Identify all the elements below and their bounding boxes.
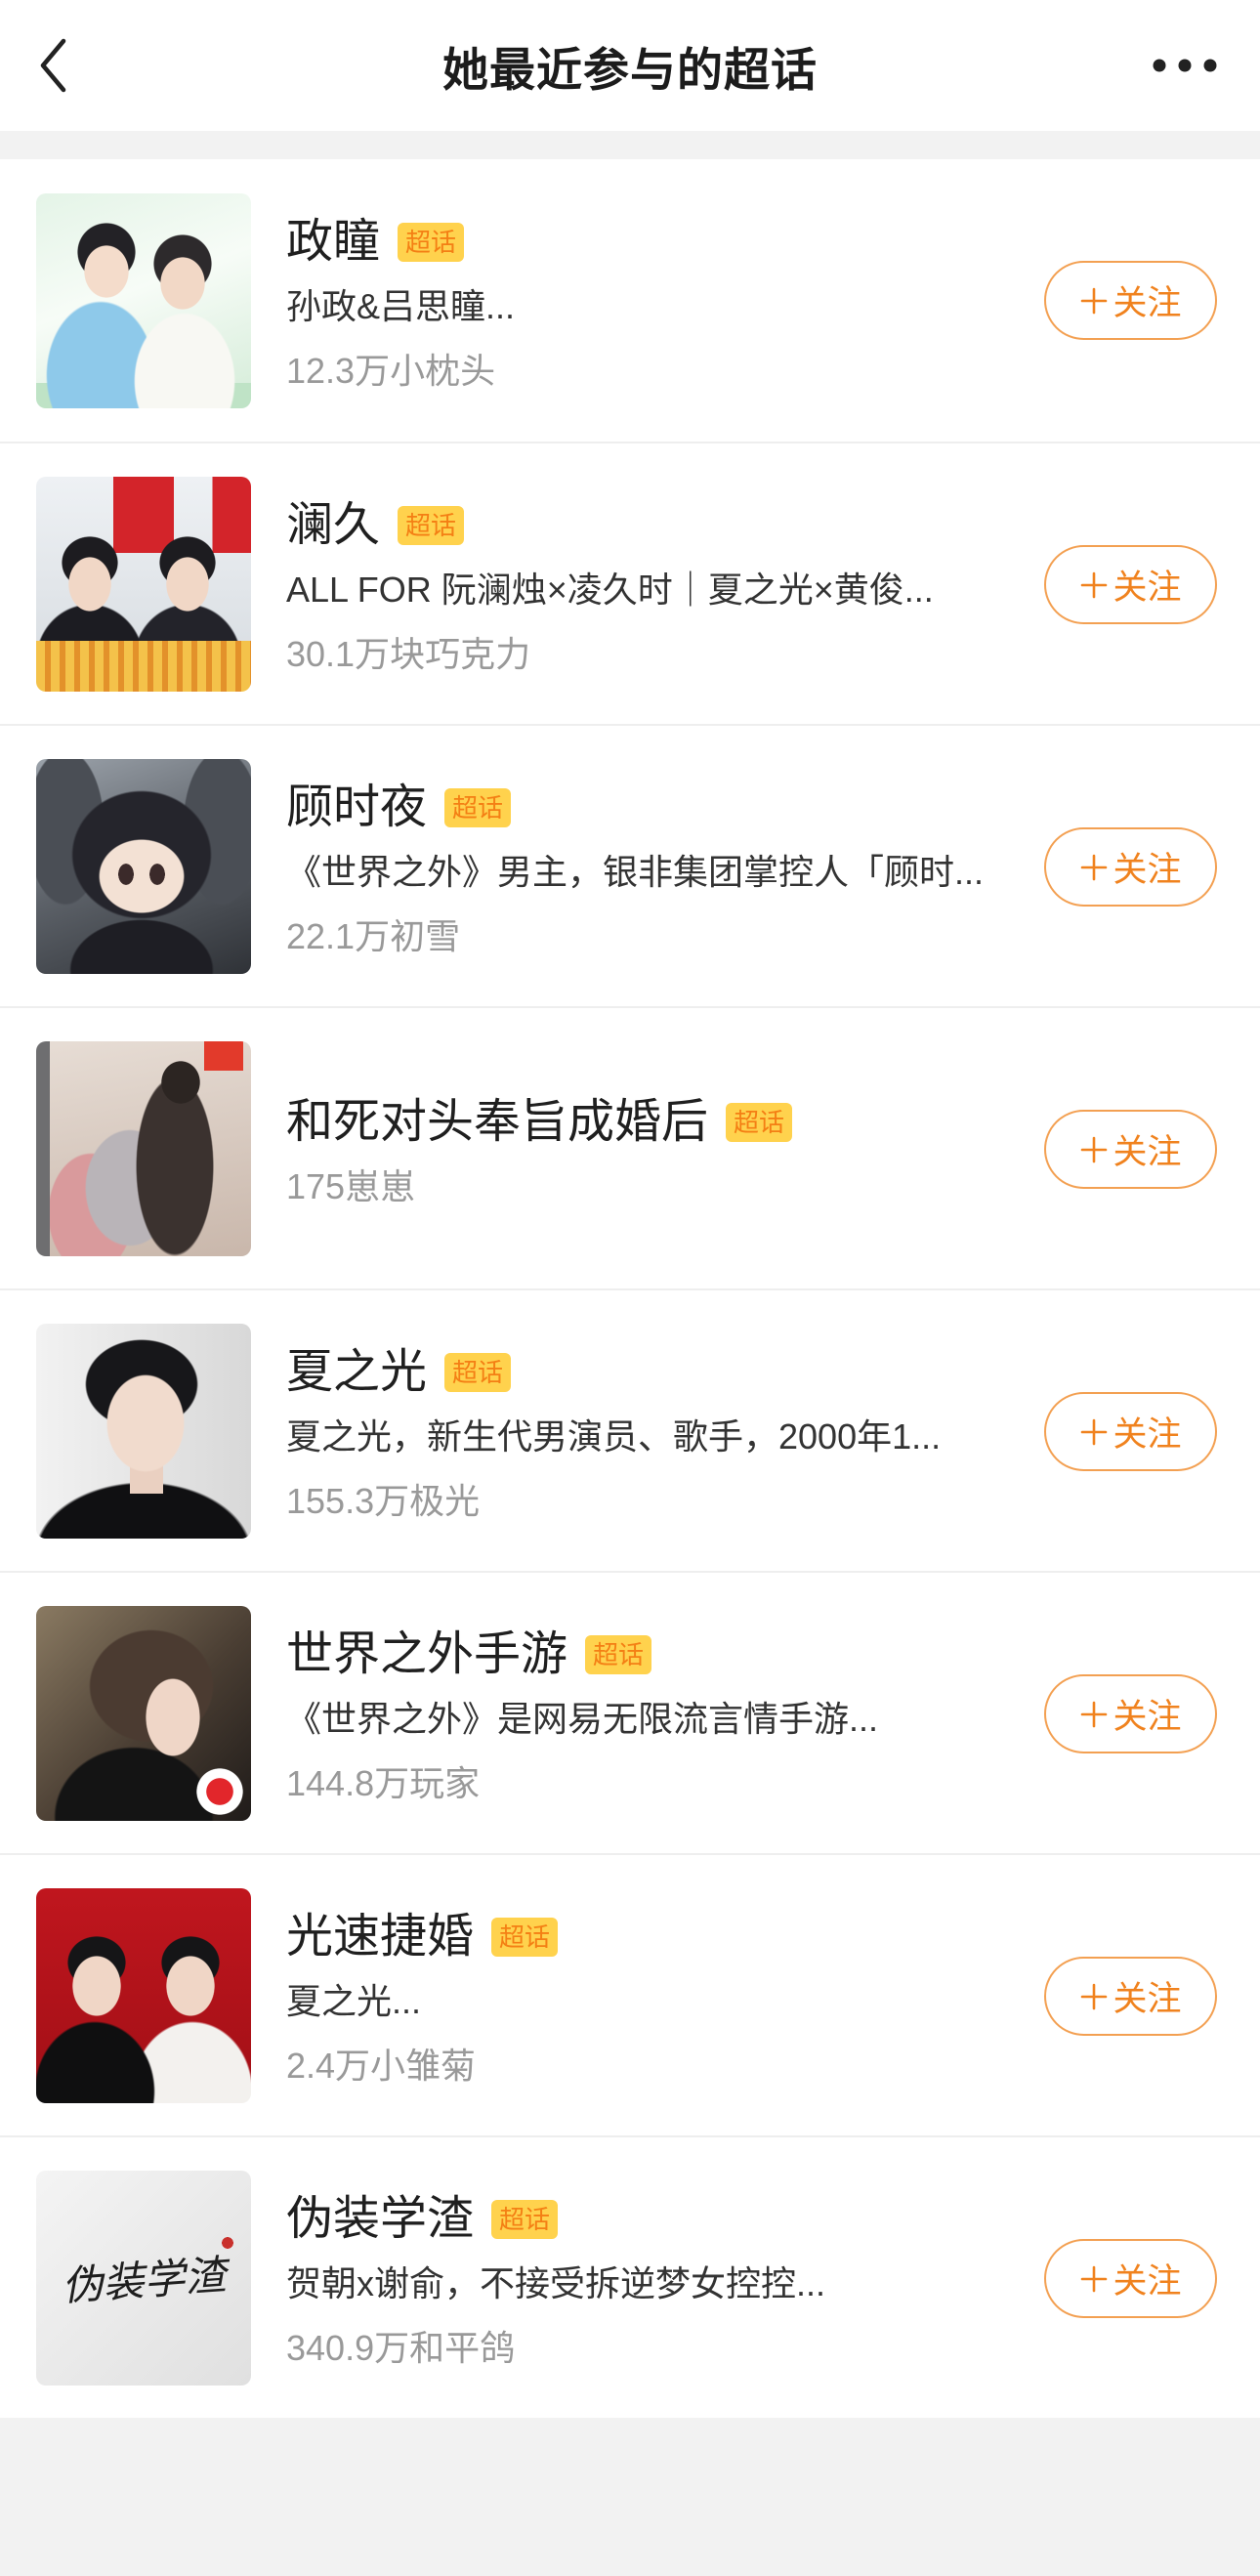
plus-icon [1081, 2265, 1108, 2292]
super-topic-badge: 超话 [726, 1102, 793, 1142]
follow-button[interactable]: 关注 [1044, 1110, 1217, 1189]
topic-thumbnail [36, 758, 251, 974]
topic-title-line: 澜久 超话 [286, 496, 1007, 555]
topic-name: 世界之外手游 [286, 1627, 568, 1680]
topic-fan-count: 155.3万极光 [286, 1480, 481, 1521]
follow-button-label: 关注 [1113, 2262, 1182, 2301]
follow-button-label: 关注 [1113, 851, 1182, 889]
topic-info: 世界之外手游 超话 《世界之外》是网易无限流言情手游... 144.8万玩家 [286, 1614, 1007, 1813]
follow-button[interactable]: 关注 [1044, 827, 1217, 907]
topic-name: 政瞳 [286, 215, 381, 268]
follow-button[interactable]: 关注 [1044, 2239, 1217, 2318]
topic-thumbnail [36, 1887, 251, 2103]
plus-icon [1081, 1701, 1108, 1727]
topic-title-line: 伪装学渣 超话 [286, 2190, 1007, 2249]
topic-row[interactable]: 伪装学渣 伪装学渣 超话 贺朝x谢俞，不接受拆逆梦女控控... 340.9万和平… [0, 2135, 1260, 2418]
super-topic-list: 政瞳 超话 孙政&吕思瞳... 12.3万小枕头 关注 澜久 超话 ALL FO… [0, 159, 1260, 2418]
topic-fan-count: 2.4万小雏菊 [286, 2045, 477, 2086]
follow-button[interactable]: 关注 [1044, 261, 1217, 340]
plus-icon [1081, 1136, 1108, 1162]
topic-thumbnail [36, 192, 251, 408]
back-button[interactable] [31, 36, 74, 95]
topic-info: 光速捷婚 超话 夏之光... 2.4万小雏菊 [286, 1896, 1007, 2095]
topic-row[interactable]: 澜久 超话 ALL FOR 阮澜烛×凌久时｜夏之光×黄俊... 30.1万块巧克… [0, 442, 1260, 724]
follow-button[interactable]: 关注 [1044, 1392, 1217, 1471]
follow-button-label: 关注 [1113, 284, 1182, 322]
topic-name: 伪装学渣 [286, 2192, 475, 2245]
chevron-left-icon [40, 38, 66, 93]
plus-icon [1081, 1983, 1108, 2009]
topic-info: 政瞳 超话 孙政&吕思瞳... 12.3万小枕头 [286, 201, 1007, 401]
super-topic-badge: 超话 [585, 1634, 652, 1674]
topic-fan-count: 30.1万块巧克力 [286, 633, 531, 674]
topic-info: 顾时夜 超话 《世界之外》男主，银非集团掌控人「顾时... 22.1万初雪 [286, 767, 1007, 966]
topic-title-line: 和死对头奉旨成婚后 超话 [286, 1093, 1007, 1152]
super-topic-badge: 超话 [398, 222, 465, 262]
topic-name: 澜久 [286, 498, 381, 551]
topic-info: 夏之光 超话 夏之光，新生代男演员、歌手，2000年1... 155.3万极光 [286, 1331, 1007, 1531]
topic-info: 和死对头奉旨成婚后 超话 175崽崽 [286, 1081, 1007, 1216]
topic-thumbnail [36, 1605, 251, 1821]
follow-button[interactable]: 关注 [1044, 1957, 1217, 2036]
follow-button-label: 关注 [1113, 1980, 1182, 2018]
plus-icon [1081, 571, 1108, 598]
topic-row[interactable]: 世界之外手游 超话 《世界之外》是网易无限流言情手游... 144.8万玩家 关… [0, 1571, 1260, 1853]
topic-description: 孙政&吕思瞳... [286, 285, 516, 326]
topic-thumbnail [36, 476, 251, 692]
topic-row[interactable]: 顾时夜 超话 《世界之外》男主，银非集团掌控人「顾时... 22.1万初雪 关注 [0, 724, 1260, 1006]
super-topic-badge: 超话 [444, 787, 512, 827]
topic-name: 光速捷婚 [286, 1910, 475, 1963]
topic-name: 夏之光 [286, 1345, 428, 1398]
topic-title-line: 光速捷婚 超话 [286, 1908, 1007, 1966]
topic-description: 贺朝x谢俞，不接受拆逆梦女控控... [286, 2262, 826, 2303]
topic-title-line: 政瞳 超话 [286, 213, 1007, 272]
nav-header: 她最近参与的超话 [0, 0, 1260, 131]
topic-info: 伪装学渣 超话 贺朝x谢俞，不接受拆逆梦女控控... 340.9万和平鸽 [286, 2178, 1007, 2378]
topic-thumbnail [36, 1040, 251, 1256]
more-dots-icon [1153, 59, 1217, 72]
topic-fan-count: 144.8万玩家 [286, 1762, 481, 1803]
topic-fan-count: 175崽崽 [286, 1165, 416, 1206]
topic-description: 夏之光... [286, 1980, 422, 2021]
topic-thumbnail: 伪装学渣 [36, 2170, 251, 2386]
topic-description: 夏之光，新生代男演员、歌手，2000年1... [286, 1415, 942, 1457]
topic-description: 《世界之外》男主，银非集团掌控人「顾时... [286, 851, 985, 892]
super-topic-badge: 超话 [491, 2199, 559, 2239]
topic-fan-count: 12.3万小枕头 [286, 350, 496, 391]
super-topic-badge: 超话 [444, 1352, 512, 1392]
topic-fan-count: 340.9万和平鸽 [286, 2327, 516, 2368]
follow-button[interactable]: 关注 [1044, 1674, 1217, 1753]
topic-description: ALL FOR 阮澜烛×凌久时｜夏之光×黄俊... [286, 569, 934, 610]
topic-row[interactable]: 和死对头奉旨成婚后 超话 175崽崽 关注 [0, 1006, 1260, 1288]
topic-description: 《世界之外》是网易无限流言情手游... [286, 1698, 879, 1739]
topic-row[interactable]: 政瞳 超话 孙政&吕思瞳... 12.3万小枕头 关注 [0, 159, 1260, 442]
follow-button-label: 关注 [1113, 1698, 1182, 1736]
page-title: 她最近参与的超话 [442, 43, 818, 96]
topic-title-line: 夏之光 超话 [286, 1343, 1007, 1402]
topic-title-line: 世界之外手游 超话 [286, 1626, 1007, 1684]
plus-icon [1081, 854, 1108, 880]
topic-name: 顾时夜 [286, 781, 428, 833]
more-button[interactable] [1151, 51, 1219, 80]
plus-icon [1081, 1418, 1108, 1445]
follow-button-label: 关注 [1113, 1133, 1182, 1171]
topic-name: 和死对头奉旨成婚后 [286, 1095, 709, 1148]
header-separator [0, 131, 1260, 159]
topic-row[interactable]: 光速捷婚 超话 夏之光... 2.4万小雏菊 关注 [0, 1853, 1260, 2135]
follow-button-label: 关注 [1113, 569, 1182, 607]
super-topic-badge: 超话 [491, 1917, 559, 1957]
topic-row[interactable]: 夏之光 超话 夏之光，新生代男演员、歌手，2000年1... 155.3万极光 … [0, 1288, 1260, 1571]
follow-button[interactable]: 关注 [1044, 545, 1217, 624]
topic-fan-count: 22.1万初雪 [286, 915, 461, 956]
super-topic-badge: 超话 [398, 505, 465, 545]
plus-icon [1081, 287, 1108, 314]
follow-button-label: 关注 [1113, 1415, 1182, 1454]
topic-info: 澜久 超话 ALL FOR 阮澜烛×凌久时｜夏之光×黄俊... 30.1万块巧克… [286, 485, 1007, 684]
topic-thumbnail [36, 1323, 251, 1539]
topic-title-line: 顾时夜 超话 [286, 779, 1007, 837]
thumbnail-logo-text: 伪装学渣 [60, 2251, 228, 2310]
